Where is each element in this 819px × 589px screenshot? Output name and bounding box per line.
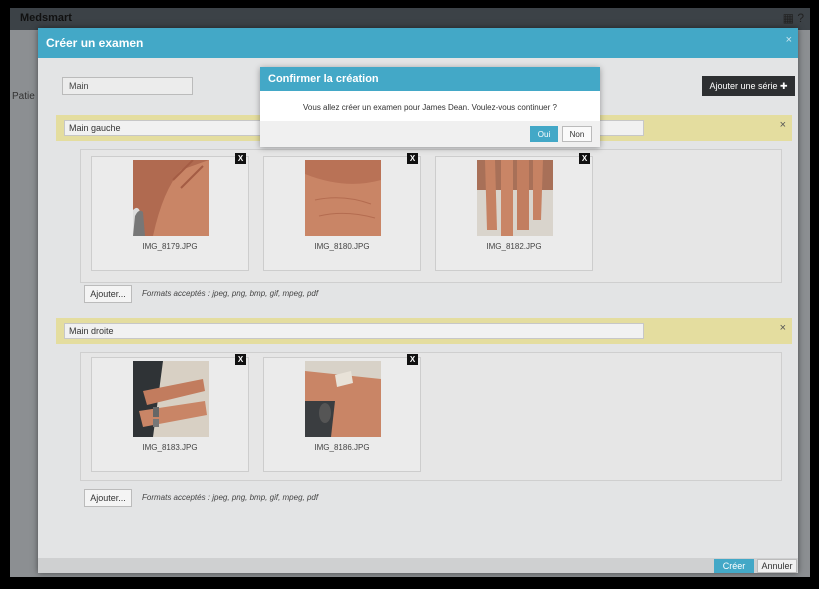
remove-series-icon[interactable]: × — [780, 322, 786, 334]
hand-photo — [305, 160, 381, 236]
confirm-dialog-message: Vous allez créer un examen pour James De… — [303, 103, 557, 112]
image-filename: IMG_8179.JPG — [142, 242, 198, 251]
accepted-formats-note: Formats acceptés : jpeg, png, bmp, gif, … — [142, 289, 319, 298]
image-thumbnail[interactable]: X IMG_8182.JPG — [435, 153, 593, 271]
confirm-yes-button[interactable]: Oui — [530, 126, 558, 142]
image-thumbnail[interactable]: X IMG_8179.JPG — [91, 153, 249, 271]
help-icon[interactable]: ? — [797, 11, 804, 25]
add-image-button[interactable]: Ajouter... — [84, 285, 132, 303]
hand-photo — [477, 160, 553, 236]
add-series-button[interactable]: Ajouter une série ✚ — [702, 76, 795, 96]
image-filename: IMG_8180.JPG — [314, 242, 370, 251]
image-thumbnail[interactable]: X IMG_8186.JPG — [263, 354, 421, 472]
create-button[interactable]: Créer — [714, 559, 754, 573]
confirm-dialog: Confirmer la création Vous allez créer u… — [260, 67, 600, 147]
grid-icon[interactable]: ▦ — [783, 11, 794, 25]
modal-title: Créer un examen — [46, 36, 144, 50]
remove-series-icon[interactable]: × — [780, 119, 786, 131]
delete-image-icon[interactable]: X — [235, 153, 246, 164]
delete-image-icon[interactable]: X — [579, 153, 590, 164]
background-icons: ▦ ? — [783, 11, 804, 25]
exam-name-input[interactable] — [62, 77, 193, 95]
confirm-dialog-header: Confirmer la création — [260, 67, 600, 91]
image-gallery-main-gauche: X IMG_8179.JPG X IMG_8180.JPG X IMG_8182… — [80, 149, 782, 283]
hand-photo — [133, 361, 209, 437]
series-name-input[interactable] — [64, 323, 644, 339]
delete-image-icon[interactable]: X — [407, 354, 418, 365]
background-topbar — [10, 8, 810, 30]
image-filename: IMG_8182.JPG — [486, 242, 542, 251]
close-icon[interactable]: × — [786, 34, 792, 46]
hand-photo — [133, 160, 209, 236]
modal-footer — [38, 558, 798, 573]
delete-image-icon[interactable]: X — [235, 354, 246, 365]
background-side-label: Patie — [12, 91, 35, 102]
background-brand: Medsmart — [20, 12, 72, 24]
image-filename: IMG_8186.JPG — [314, 443, 370, 452]
series-header-main-droite: × — [56, 318, 792, 344]
confirm-dialog-title: Confirmer la création — [268, 73, 379, 85]
image-thumbnail[interactable]: X IMG_8183.JPG — [91, 354, 249, 472]
confirm-no-button[interactable]: Non — [562, 126, 592, 142]
image-filename: IMG_8183.JPG — [142, 443, 198, 452]
delete-image-icon[interactable]: X — [407, 153, 418, 164]
image-gallery-main-droite: X IMG_8183.JPG X IMG_8186.JPG — [80, 352, 782, 481]
hand-photo — [305, 361, 381, 437]
modal-header: Créer un examen × — [38, 28, 798, 58]
add-image-button[interactable]: Ajouter... — [84, 489, 132, 507]
app-screen: Medsmart ▦ ? Patie Créer un examen × Ajo… — [10, 8, 810, 577]
image-thumbnail[interactable]: X IMG_8180.JPG — [263, 153, 421, 271]
cancel-button[interactable]: Annuler — [757, 559, 797, 573]
accepted-formats-note: Formats acceptés : jpeg, png, bmp, gif, … — [142, 493, 319, 502]
